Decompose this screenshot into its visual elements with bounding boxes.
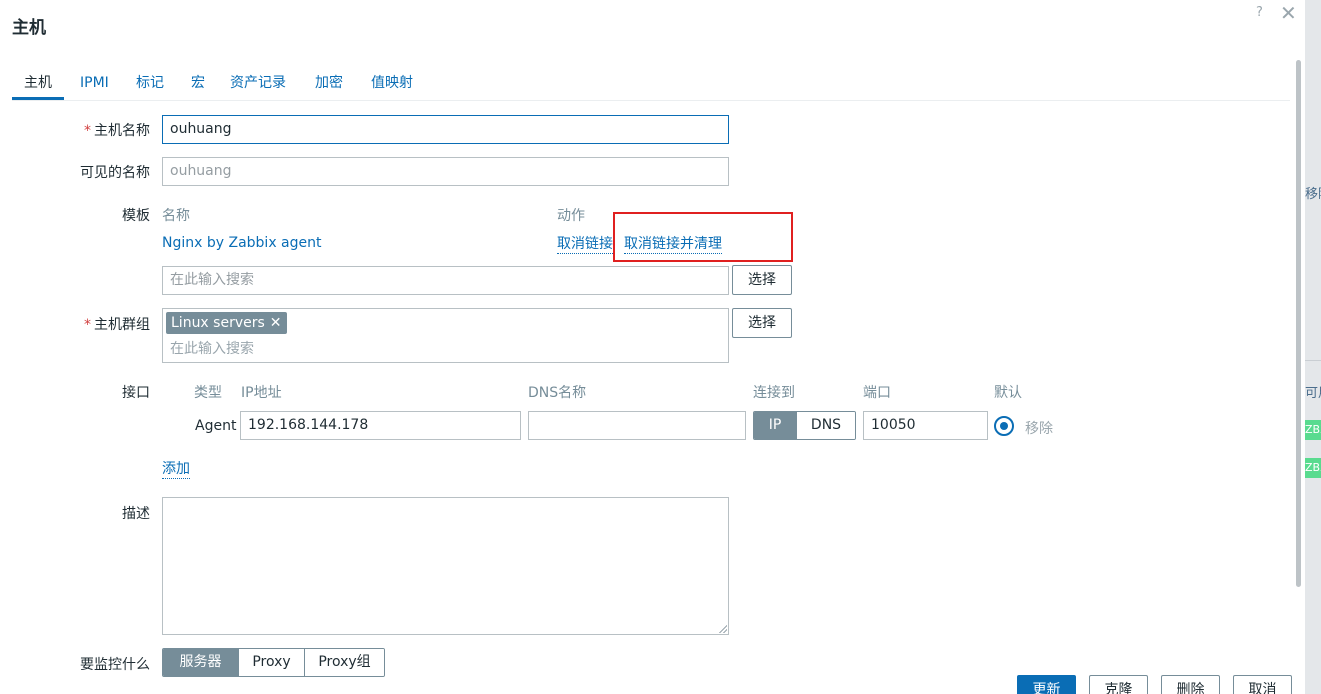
interfaces-label: 接口 — [122, 385, 150, 401]
background-remove-fragment: 移除 — [1305, 187, 1321, 202]
template-search-input[interactable]: 在此输入搜索 — [162, 266, 729, 295]
template-unlink-button[interactable]: 取消链接 — [557, 235, 613, 254]
background-divider — [1305, 360, 1321, 361]
interface-add-link[interactable]: 添加 — [162, 460, 190, 479]
monitored-by-proxy-option[interactable]: Proxy — [238, 649, 304, 676]
tab-ipmi[interactable]: IPMI — [80, 72, 109, 100]
interface-ip-input[interactable]: 192.168.144.178 — [240, 411, 521, 440]
host-groups-search-input[interactable]: 在此输入搜索 — [170, 338, 254, 358]
tab-value-mapping[interactable]: 值映射 — [371, 72, 413, 100]
host-name-input[interactable]: ouhuang — [162, 115, 729, 144]
interface-type-agent: Agent — [195, 418, 237, 434]
cancel-button[interactable]: 取消 — [1233, 675, 1292, 694]
template-link-nginx[interactable]: Nginx by Zabbix agent — [162, 235, 322, 251]
templates-name-header: 名称 — [162, 208, 190, 224]
interfaces-port-header: 端口 — [863, 385, 891, 401]
monitored-by-server-option[interactable]: 服务器 — [163, 649, 238, 676]
host-groups-label: * 主机群组 — [84, 317, 150, 333]
interfaces-connect-header: 连接到 — [753, 385, 795, 401]
templates-action-header: 动作 — [557, 208, 585, 224]
templates-label: 模板 — [122, 208, 150, 224]
chip-remove-icon[interactable]: ✕ — [270, 315, 282, 331]
background-zbx-badge: ZBX — [1305, 458, 1321, 478]
delete-button[interactable]: 删除 — [1161, 675, 1220, 694]
visible-name-input[interactable]: ouhuang — [162, 157, 729, 186]
description-label: 描述 — [122, 506, 150, 522]
help-icon[interactable]: ? — [1256, 5, 1263, 20]
interface-connect-toggle: IP DNS — [753, 411, 856, 440]
background-zbx-badge: ZBX — [1305, 420, 1321, 440]
update-button[interactable]: 更新 — [1017, 675, 1076, 694]
interfaces-dns-header: DNS名称 — [528, 385, 587, 401]
interfaces-default-header: 默认 — [994, 385, 1022, 401]
monitored-by-toggle: 服务器 Proxy Proxy组 — [162, 648, 385, 677]
dialog-scrollbar[interactable] — [1296, 60, 1301, 587]
background-available-fragment: 可用 — [1305, 386, 1321, 401]
tab-encryption[interactable]: 加密 — [315, 72, 343, 100]
dialog-title: 主机 — [12, 18, 46, 38]
monitored-by-proxy-group-option[interactable]: Proxy组 — [304, 649, 384, 676]
host-name-label: * 主机名称 — [84, 123, 150, 139]
visible-name-label: 可见的名称 — [80, 165, 150, 181]
tab-divider — [12, 100, 1290, 101]
background-page-strip: 移除 可用 ZBX ZBX — [1305, 0, 1321, 694]
interface-remove-link[interactable]: 移除 — [1025, 418, 1053, 438]
tab-tags[interactable]: 标记 — [136, 72, 164, 100]
tab-macros[interactable]: 宏 — [191, 72, 205, 100]
annotation-highlight-box — [613, 212, 793, 262]
host-dialog: 主机 ? ✕ 主机 IPMI 标记 宏 资产记录 加密 值映射 * 主机名称 ou… — [0, 0, 1305, 694]
monitored-by-label: 要监控什么 — [80, 657, 150, 673]
connect-dns-option[interactable]: DNS — [796, 412, 855, 439]
interfaces-type-header: 类型 — [194, 385, 222, 401]
clone-button[interactable]: 克隆 — [1089, 675, 1148, 694]
resize-grip-icon[interactable] — [719, 625, 727, 633]
host-group-chip: Linux servers ✕ — [166, 312, 287, 334]
interfaces-ip-header: IP地址 — [241, 385, 282, 401]
host-groups-select-button[interactable]: 选择 — [732, 308, 792, 338]
interface-default-radio[interactable] — [994, 416, 1014, 436]
template-select-button[interactable]: 选择 — [732, 265, 792, 295]
close-icon[interactable]: ✕ — [1280, 3, 1297, 23]
interface-port-input[interactable]: 10050 — [863, 411, 988, 440]
connect-ip-option[interactable]: IP — [754, 412, 796, 439]
tab-host[interactable]: 主机 — [12, 72, 64, 100]
description-textarea[interactable] — [162, 497, 729, 635]
interface-dns-input[interactable] — [528, 411, 746, 440]
tab-inventory[interactable]: 资产记录 — [230, 72, 286, 100]
